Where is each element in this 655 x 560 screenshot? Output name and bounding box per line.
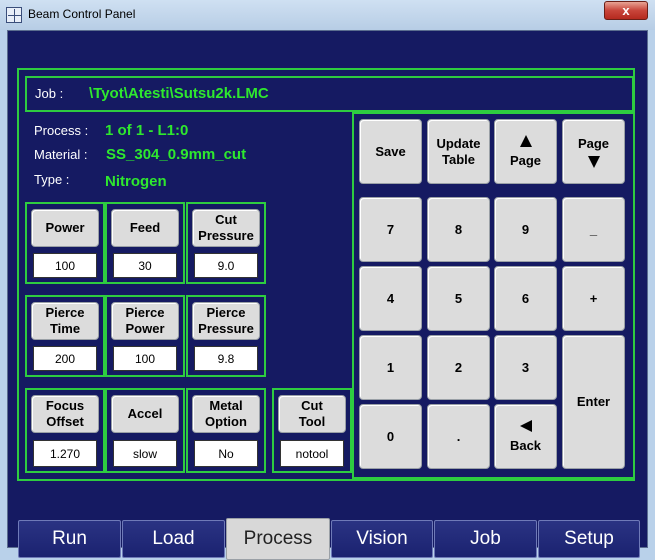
app-icon xyxy=(6,7,22,23)
update-table-button[interactable]: Update Table xyxy=(427,119,490,184)
accel-field[interactable]: slow xyxy=(113,440,177,467)
feed-group: Feed 30 xyxy=(105,202,185,284)
focus-offset-button[interactable]: Focus Offset xyxy=(31,395,99,433)
main-panel: Job : \Tyot\Atesti\Sutsu2k.LMC Process :… xyxy=(7,30,648,560)
material-label: Material : xyxy=(34,147,88,162)
key-dot[interactable]: . xyxy=(427,404,490,469)
close-button[interactable]: x xyxy=(604,1,648,20)
pierce-time-field[interactable]: 200 xyxy=(33,346,97,371)
cut-tool-group: Cut Tool notool xyxy=(272,388,352,473)
pierce-time-button[interactable]: Pierce Time xyxy=(31,302,99,340)
accel-group: Accel slow xyxy=(105,388,185,473)
key-minus[interactable]: _ xyxy=(562,197,625,262)
process-value: 1 of 1 - L1:0 xyxy=(105,122,189,139)
feed-field[interactable]: 30 xyxy=(113,253,177,278)
tab-load[interactable]: Load xyxy=(122,520,225,558)
type-label: Type : xyxy=(34,172,70,187)
tab-run[interactable]: Run xyxy=(18,520,121,558)
page-down-button[interactable]: Page xyxy=(562,119,625,184)
metal-option-button[interactable]: Metal Option xyxy=(192,395,260,433)
type-value: Nitrogen xyxy=(105,173,167,190)
job-row: Job : \Tyot\Atesti\Sutsu2k.LMC xyxy=(25,76,634,112)
tab-process[interactable]: Process xyxy=(226,518,330,560)
tab-setup[interactable]: Setup xyxy=(538,520,640,558)
metal-option-group: Metal Option No xyxy=(186,388,266,473)
title-bar: Beam Control Panel x xyxy=(0,0,655,30)
page-up-button[interactable]: Page xyxy=(494,119,557,184)
key-5[interactable]: 5 xyxy=(427,266,490,331)
pierce-pressure-button[interactable]: Pierce Pressure xyxy=(192,302,260,340)
key-plus[interactable]: + xyxy=(562,266,625,331)
pierce-power-field[interactable]: 100 xyxy=(113,346,177,371)
key-8[interactable]: 8 xyxy=(427,197,490,262)
job-path: \Tyot\Atesti\Sutsu2k.LMC xyxy=(89,85,269,102)
cut-tool-button[interactable]: Cut Tool xyxy=(278,395,346,433)
key-4[interactable]: 4 xyxy=(359,266,422,331)
key-9[interactable]: 9 xyxy=(494,197,557,262)
feed-button[interactable]: Feed xyxy=(111,209,179,247)
cut-pressure-field[interactable]: 9.0 xyxy=(194,253,258,278)
key-1[interactable]: 1 xyxy=(359,335,422,400)
pierce-time-group: Pierce Time 200 xyxy=(25,295,105,377)
power-field[interactable]: 100 xyxy=(33,253,97,278)
key-6[interactable]: 6 xyxy=(494,266,557,331)
key-0[interactable]: 0 xyxy=(359,404,422,469)
focus-offset-field[interactable]: 1.270 xyxy=(33,440,97,467)
tab-vision[interactable]: Vision xyxy=(331,520,433,558)
window-title: Beam Control Panel xyxy=(28,7,136,21)
enter-button[interactable]: Enter xyxy=(562,335,625,469)
process-label: Process : xyxy=(34,123,89,138)
cut-tool-field[interactable]: notool xyxy=(280,440,344,467)
pierce-power-group: Pierce Power 100 xyxy=(105,295,185,377)
pierce-pressure-field[interactable]: 9.8 xyxy=(194,346,258,371)
power-button[interactable]: Power xyxy=(31,209,99,247)
key-2[interactable]: 2 xyxy=(427,335,490,400)
tab-job[interactable]: Job xyxy=(434,520,537,558)
power-group: Power 100 xyxy=(25,202,105,284)
save-button[interactable]: Save xyxy=(359,119,422,184)
arrow-left-icon xyxy=(519,419,532,432)
cut-pressure-button[interactable]: Cut Pressure xyxy=(192,209,260,247)
cut-pressure-group: Cut Pressure 9.0 xyxy=(186,202,266,284)
key-7[interactable]: 7 xyxy=(359,197,422,262)
arrow-up-icon xyxy=(519,134,532,147)
pierce-power-button[interactable]: Pierce Power xyxy=(111,302,179,340)
arrow-down-icon xyxy=(587,155,600,168)
accel-button[interactable]: Accel xyxy=(111,395,179,433)
focus-offset-group: Focus Offset 1.270 xyxy=(25,388,105,473)
back-button[interactable]: Back xyxy=(494,404,557,469)
key-3[interactable]: 3 xyxy=(494,335,557,400)
metal-option-field[interactable]: No xyxy=(194,440,258,467)
job-label: Job : xyxy=(35,86,64,101)
material-value: SS_304_0.9mm_cut xyxy=(106,146,247,163)
pierce-pressure-group: Pierce Pressure 9.8 xyxy=(186,295,266,377)
